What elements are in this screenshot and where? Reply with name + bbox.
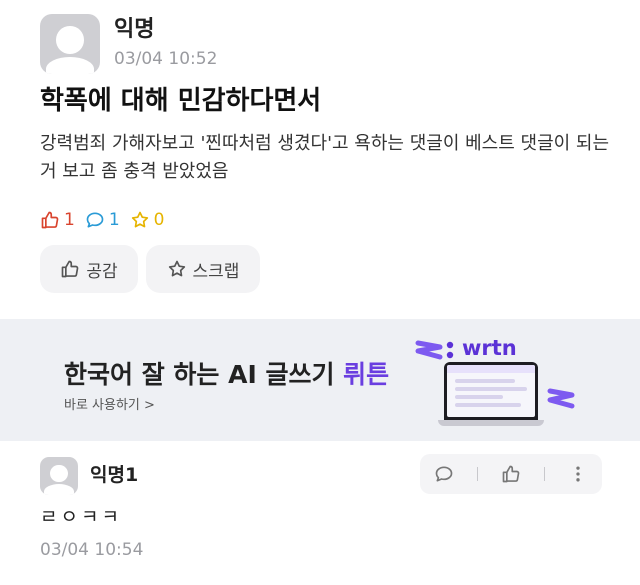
zigzag-decoration-icon [547, 388, 575, 409]
thumbs-up-icon [41, 211, 59, 229]
star-icon [131, 211, 148, 228]
thumbs-up-icon [62, 260, 79, 278]
comment-toolbar [420, 454, 602, 494]
author-avatar [40, 14, 100, 74]
comment-date: 03/04 10:54 [40, 540, 144, 560]
brand-logo-icon [446, 341, 454, 359]
reply-button[interactable] [428, 458, 460, 490]
scrap-count-value: 0 [153, 210, 165, 230]
scrap-button[interactable]: 스크랩 [146, 245, 260, 293]
post-author: 익명 [114, 17, 155, 42]
like-button[interactable]: 공감 [40, 245, 138, 293]
zigzag-decoration-icon [415, 340, 443, 360]
post-actions: 공감 스크랩 [40, 245, 268, 293]
laptop-base [438, 420, 544, 426]
post-date: 03/04 10:52 [114, 49, 218, 69]
laptop-illustration [444, 362, 538, 420]
post-body: 강력범죄 가해자보고 '찐따처럼 생겼다'고 욕하는 댓글이 베스트 댓글이 되… [40, 133, 610, 182]
banner-cta[interactable]: 바로 사용하기 > [64, 397, 155, 415]
speech-bubble-icon [436, 466, 453, 482]
comment-avatar [40, 457, 78, 495]
toolbar-divider [543, 467, 545, 481]
post-header: 익명 03/04 10:52 [40, 14, 217, 74]
like-button-label: 공감 [86, 261, 118, 282]
comment-count: 1 [85, 210, 120, 230]
banner-title: 한국어 잘 하는 AI 글쓰기 뤼튼 [64, 359, 389, 391]
more-vertical-icon [575, 466, 580, 482]
scrap-count: 0 [130, 210, 165, 230]
page: 익명 03/04 10:52 학폭에 대해 민감하다면서 강력범죄 가해자보고 … [0, 0, 640, 585]
scrap-button-label: 스크랩 [192, 261, 240, 282]
author-block: 익명 03/04 10:52 [114, 16, 217, 72]
comment-more-button[interactable] [562, 458, 594, 490]
star-icon [168, 260, 185, 277]
post-stats: 1 1 0 [40, 210, 174, 230]
speech-bubble-icon [86, 212, 104, 228]
comment-count-value: 1 [108, 210, 120, 230]
toolbar-divider [477, 467, 479, 481]
ad-banner[interactable]: 한국어 잘 하는 AI 글쓰기 뤼튼 바로 사용하기 > [0, 319, 640, 441]
thumbs-up-icon [502, 465, 520, 483]
banner-title-accent: 뤼튼 [343, 360, 390, 389]
like-count: 1 [40, 210, 75, 230]
comment-author: 익명1 [90, 464, 139, 486]
comment-text: ㄹㅇㅋㅋ [40, 506, 122, 528]
brand-name: wrtn [462, 336, 517, 360]
banner-title-main: 한국어 잘 하는 AI 글쓰기 [64, 360, 344, 389]
like-count-value: 1 [64, 210, 75, 230]
comment-like-button[interactable] [495, 458, 527, 490]
post-title: 학폭에 대해 민감하다면서 [40, 86, 322, 116]
